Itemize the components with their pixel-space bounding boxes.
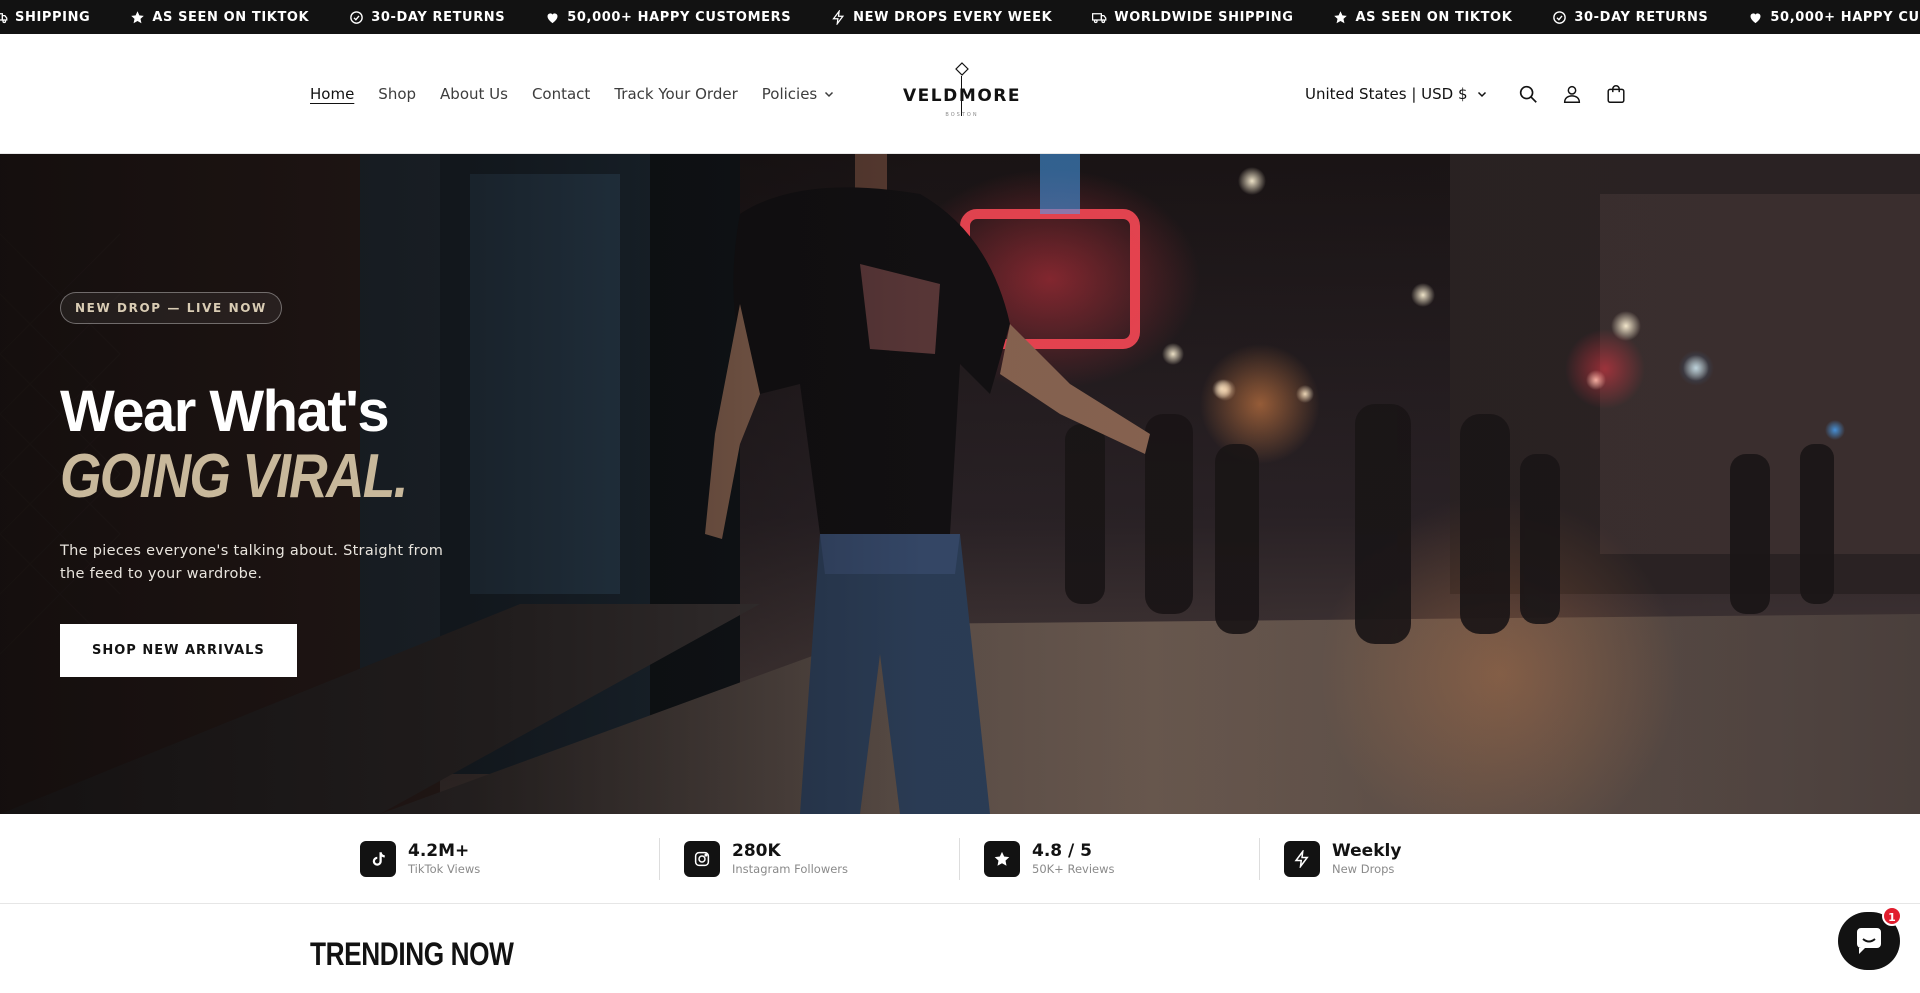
announcement-item: 30-DAY RETURNS (349, 10, 505, 25)
announcement-item: AS SEEN ON TIKTOK (130, 10, 309, 25)
hero-banner: NEW DROP — LIVE NOW Wear What's GOING VI… (0, 154, 1920, 814)
announcement-item: 50,000+ HAPPY CUSTOMERS (545, 10, 791, 25)
announcement-text: 50,000+ HAPPY CUSTOMERS (567, 9, 792, 25)
announcement-item: NEW DROPS EVERY WEEK (831, 9, 1053, 25)
stat-value: Weekly (1332, 841, 1402, 861)
announcement-item: 50,000+ HAPPY CUSTOMERS (1748, 10, 1920, 25)
stat-text: Weekly New Drops (1332, 841, 1401, 877)
star-icon (1334, 10, 1348, 23)
nav-policies-label: Policies (761, 85, 818, 103)
main-nav: Home Shop About Us Contact Track Your Or… (310, 34, 835, 154)
country-selector[interactable]: United States | USD $ (1305, 85, 1488, 103)
account-button[interactable] (1550, 72, 1594, 116)
announcement-text: AS SEEN ON TIKTOK (1355, 9, 1513, 25)
header-utilities: United States | USD $ (1305, 34, 1638, 154)
stat-icon-box (984, 841, 1020, 877)
hero-description: The pieces everyone's talking about. Str… (60, 543, 444, 582)
tiktok-icon (372, 852, 385, 866)
star-icon (131, 10, 145, 23)
truck-icon (1092, 12, 1107, 23)
stat-icon-box (684, 841, 720, 877)
logo-subtitle: BOSTON (945, 112, 979, 118)
diamond-icon (955, 62, 969, 76)
country-selector-label: United States | USD $ (1305, 85, 1468, 103)
cart-icon (1607, 85, 1625, 103)
announcement-text: 50,000+ HAPPY CUSTOMERS (1770, 9, 1920, 25)
logo-word-right: MORE (958, 86, 1021, 106)
stat-drops: Weekly New Drops (1284, 839, 1401, 879)
account-icon (1563, 85, 1580, 103)
nav-policies[interactable]: Policies (762, 85, 835, 103)
search-button[interactable] (1506, 72, 1550, 116)
announcement-text: AS SEEN ON TIKTOK (152, 9, 310, 25)
chevron-down-icon (825, 91, 834, 98)
stat-text: 4.8 / 5 50K+ Reviews (1032, 841, 1115, 877)
search-icon (1519, 85, 1537, 103)
star-icon (994, 851, 1010, 866)
stat-reviews: 4.8 / 5 50K+ Reviews (984, 839, 1115, 879)
announcement-text: SHIPPING (15, 9, 91, 25)
hero-title-accent: GOING VIRAL. (60, 442, 408, 511)
nav-shop[interactable]: Shop (378, 85, 416, 103)
announcement-text: 30-DAY RETURNS (1574, 9, 1709, 25)
trending-now-heading: TRENDING NOW (310, 936, 514, 972)
instagram-icon (694, 851, 710, 867)
stat-value: 4.2M+ (408, 841, 470, 861)
truck-icon (0, 12, 8, 23)
nav-contact[interactable]: Contact (532, 85, 590, 103)
social-proof-strip: 4.2M+ TikTok Views 280K Instagram Follow… (0, 814, 1920, 904)
check-circle-icon (1553, 10, 1567, 24)
nav-about-us[interactable]: About Us (440, 85, 508, 103)
stat-instagram: 280K Instagram Followers (684, 839, 848, 879)
stat-divider (659, 838, 660, 880)
stat-divider (959, 838, 960, 880)
stat-tiktok: 4.2M+ TikTok Views (360, 839, 480, 879)
announcement-text: 30-DAY RETURNS (371, 9, 506, 25)
stat-value: 4.8 / 5 (1032, 841, 1092, 861)
stat-text: 4.2M+ TikTok Views (408, 841, 480, 877)
hero-title: Wear What's (60, 379, 390, 444)
logo-word-left: VELD (903, 86, 959, 106)
shop-new-arrivals-button[interactable]: SHOP NEW ARRIVALS (60, 624, 297, 677)
stat-divider (1259, 838, 1260, 880)
stat-icon-box (360, 841, 396, 877)
announcement-item: 30-DAY RETURNS (1552, 10, 1708, 25)
site-header: Home Shop About Us Contact Track Your Or… (0, 34, 1920, 154)
nav-track-order[interactable]: Track Your Order (614, 85, 737, 103)
chevron-down-icon (1477, 91, 1486, 98)
chat-notification-badge: 1 (1882, 906, 1902, 926)
check-circle-icon (350, 10, 364, 24)
stat-label: Instagram Followers (732, 862, 849, 876)
chat-bubble-icon (1857, 928, 1881, 954)
announcement-text: NEW DROPS EVERY WEEK (853, 9, 1053, 25)
hero-content: NEW DROP — LIVE NOW Wear What's GOING VI… (60, 292, 520, 677)
announcement-track: SHIPPING AS SEEN ON TIKTOK 30-DAY RETURN… (0, 0, 1920, 34)
new-drop-badge: NEW DROP — LIVE NOW (60, 292, 282, 324)
announcement-text: WORLDWIDE SHIPPING (1114, 9, 1294, 25)
stat-label: 50K+ Reviews (1032, 862, 1115, 876)
nav-home[interactable]: Home (310, 85, 354, 103)
announcement-item: SHIPPING (0, 10, 90, 25)
announcement-item: WORLDWIDE SHIPPING (1092, 10, 1293, 25)
logo-wordmark: VELD MORE (903, 86, 1021, 106)
lightning-icon (832, 9, 845, 25)
stat-label: TikTok Views (408, 862, 481, 876)
announcement-bar: SHIPPING AS SEEN ON TIKTOK 30-DAY RETURN… (0, 0, 1920, 34)
stat-label: New Drops (1332, 862, 1395, 876)
heart-icon (1750, 12, 1761, 23)
stat-icon-box (1284, 841, 1320, 877)
announcement-item: AS SEEN ON TIKTOK (1333, 10, 1512, 25)
stat-value: 280K (732, 841, 781, 861)
cart-button[interactable] (1594, 72, 1638, 116)
lightning-icon (1294, 850, 1309, 868)
store-logo[interactable]: VELD MORE BOSTON (903, 62, 1021, 126)
heart-icon (547, 12, 558, 23)
stat-text: 280K Instagram Followers (732, 841, 848, 877)
